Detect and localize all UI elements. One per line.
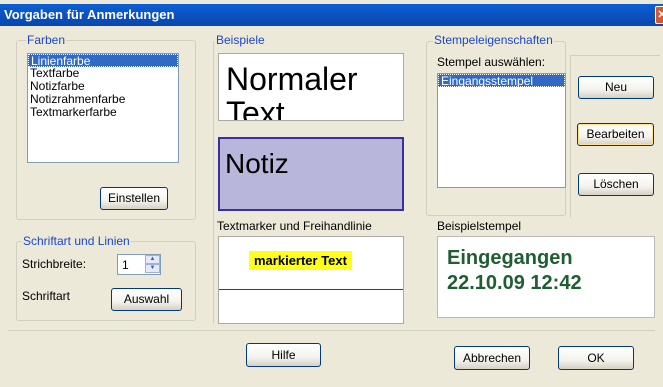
stamp-line-2: 22.10.09 12:42 [447,272,582,294]
font-lines-group-label: Schriftart und Linien [22,234,131,248]
footer-divider [8,330,655,331]
sample-stamp-label: Beispielstempel [437,219,522,233]
chevron-down-icon[interactable]: ▼ [145,264,160,273]
set-color-button[interactable]: Einstellen [100,187,168,210]
stamp-list[interactable]: Eingangsstempel [437,73,566,188]
annotation-defaults-dialog: Vorgaben für Anmerkungen ✕ Farben Linien… [0,0,663,387]
freehand-line-sample [219,289,403,290]
edit-stamp-button-label: Bearbeiten [586,127,645,141]
ok-button[interactable]: OK [558,346,634,370]
close-icon[interactable]: ✕ [655,6,663,24]
stepper-buttons: ▲ ▼ [145,255,160,274]
delete-stamp-button-label: Löschen [593,177,639,191]
stamp-list-item[interactable]: Eingangsstempel [438,74,565,88]
highlighter-label: Textmarker und Freihandlinie [217,219,372,233]
stamp-buttons-top-line [570,55,660,56]
examples-group-label: Beispiele [215,33,266,47]
highlighted-text-sample: markierter Text [249,251,352,270]
delete-stamp-button[interactable]: Löschen [578,173,654,196]
note-preview: Notiz [218,137,404,211]
stroke-width-label: Strichbreite: [22,257,87,271]
normal-text-sample: Normaler Text [226,61,358,121]
colors-group-label: Farben [26,33,67,47]
title-bar[interactable]: Vorgaben für Anmerkungen ✕ [0,4,663,26]
choose-stamp-label: Stempel auswählen: [437,55,546,69]
select-font-button-label: Auswahl [123,292,170,306]
font-label: Schriftart [22,289,71,303]
sample-stamp-preview: Eingegangen 22.10.09 12:42 [437,236,655,318]
select-font-button[interactable]: Auswahl [111,288,182,311]
chevron-up-icon[interactable]: ▲ [145,255,160,264]
set-color-button-label: Einstellen [107,191,161,205]
cancel-button-label: Abbrechen [462,351,522,365]
normal-text-preview: Normaler Text [218,53,404,121]
stroke-width-stepper[interactable]: 1 ▲ ▼ [117,254,161,275]
cancel-button[interactable]: Abbrechen [454,346,530,370]
window-title: Vorgaben für Anmerkungen [4,7,175,22]
help-button[interactable]: Hilfe [246,343,321,367]
stamp-properties-group-label: Stempeleigenschaften [433,33,554,47]
note-sample: Notiz [225,148,289,179]
new-stamp-button-label: Neu [604,80,627,94]
stamp-buttons-divider [570,55,571,218]
stroke-width-value: 1 [122,258,129,272]
new-stamp-button[interactable]: Neu [578,76,654,99]
edit-stamp-button[interactable]: Bearbeiten [577,123,654,146]
color-list[interactable]: Linienfarbe Textfarbe Notizfarbe Notizra… [27,53,179,163]
ok-button-label: OK [587,351,605,365]
highlighter-preview: markierter Text [218,236,404,324]
examples-group-divider [213,41,214,323]
help-button-label: Hilfe [271,348,296,362]
color-list-item[interactable]: Textmarkerfarbe [28,106,178,119]
stamp-line-1: Eingegangen [447,247,573,269]
